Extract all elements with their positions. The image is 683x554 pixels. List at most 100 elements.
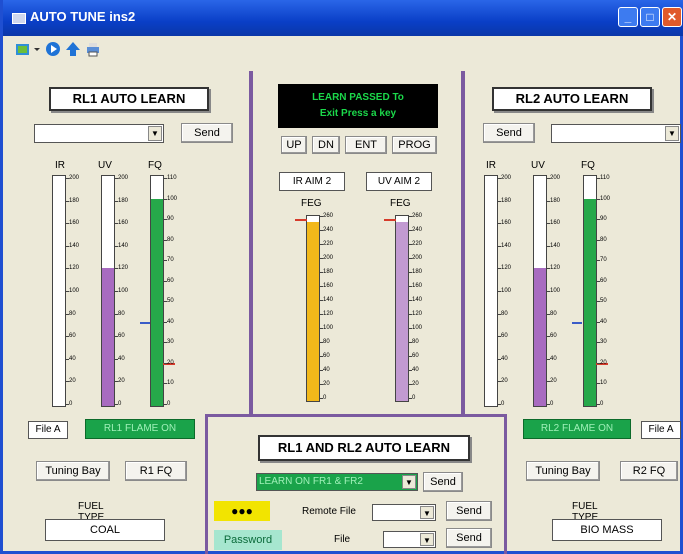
minimize-button[interactable]: _ [618, 7, 638, 27]
ir-aim-field[interactable]: IR AIM 2 [279, 172, 345, 191]
tick-mark [597, 260, 600, 262]
rl1-file-label: File A [28, 421, 68, 439]
rl2-select[interactable]: ▼ [551, 124, 681, 143]
uv-aim-field[interactable]: UV AIM 2 [366, 172, 432, 191]
tick-label: 30 [167, 339, 174, 346]
rl1-send-button[interactable]: Send [181, 123, 233, 143]
tick-mark [320, 286, 323, 287]
tick-mark [164, 178, 167, 179]
rl2-fq-button[interactable]: R2 FQ [620, 461, 678, 481]
remote-file-send-button[interactable]: Send [446, 501, 492, 521]
tick-label: 50 [167, 298, 174, 305]
tick-label: 10 [167, 380, 174, 387]
print-icon[interactable] [85, 41, 101, 57]
rl2-tuning-bay-button[interactable]: Tuning Bay [526, 461, 600, 481]
enter-button[interactable]: ENT [345, 136, 387, 154]
tick-mark [164, 383, 167, 385]
tick-label: 0 [69, 401, 73, 407]
rl1-fq-button[interactable]: R1 FQ [125, 461, 187, 481]
tick-mark [547, 381, 550, 383]
rl2-fuel-type-field[interactable]: BIO MASS [552, 519, 662, 541]
tick-label: 40 [118, 355, 125, 362]
tick-label: 100 [69, 288, 80, 294]
tick-label: 140 [412, 297, 423, 303]
rl2-fq-bar [583, 175, 597, 407]
chevron-down-icon: ▼ [665, 126, 679, 141]
learn-mode-value: LEARN ON FR1 & FR2 [259, 476, 363, 487]
title-bar[interactable]: AUTO TUNE ins2 _ □ ✕ [3, 0, 683, 36]
tick-label: 70 [600, 257, 607, 264]
prog-button[interactable]: PROG [392, 136, 437, 154]
refresh-icon[interactable] [15, 41, 31, 57]
tick-mark [320, 384, 323, 385]
tick-mark [547, 336, 550, 338]
tick-label: 30 [600, 339, 607, 346]
file-select[interactable]: ▼ [383, 531, 436, 548]
tick-label: 40 [323, 367, 330, 373]
tick-mark [547, 268, 550, 270]
tick-label: 120 [69, 265, 80, 272]
tick-label: 100 [600, 195, 611, 202]
dropdown-arrow-icon[interactable] [33, 41, 41, 57]
tick-label: 80 [600, 236, 607, 243]
tick-mark [409, 398, 412, 399]
tick-label: 120 [118, 265, 129, 272]
learn-mode-select[interactable]: LEARN ON FR1 & FR2 ▼ [256, 473, 418, 491]
tick-label: 20 [323, 381, 330, 387]
tick-label: 100 [118, 288, 129, 294]
tick-label: 220 [412, 241, 423, 247]
tick-mark [320, 216, 323, 217]
tick-label: 160 [412, 283, 423, 289]
tick-mark [597, 321, 600, 323]
tick-mark [320, 314, 323, 315]
tick-label: 0 [600, 401, 604, 407]
tick-mark [547, 313, 550, 315]
rl1-status-badge: RL1 FLAME ON [85, 419, 195, 439]
tick-label: 120 [323, 311, 334, 317]
learn-send-button[interactable]: Send [423, 472, 463, 492]
display-line-2: Exit Press a key [319, 108, 397, 119]
tick-label: 180 [501, 197, 512, 204]
tick-mark [66, 313, 69, 315]
tick-label: 60 [412, 353, 419, 359]
tick-mark [409, 258, 412, 259]
maximize-button[interactable]: □ [640, 7, 660, 27]
tick-mark [597, 342, 600, 344]
rl2-send-button[interactable]: Send [483, 123, 535, 143]
tick-label: 20 [550, 378, 557, 385]
tick-mark [164, 239, 167, 241]
remote-file-select[interactable]: ▼ [372, 504, 436, 521]
tick-mark [597, 219, 600, 221]
tick-label: 0 [167, 401, 171, 407]
tick-mark [164, 198, 167, 200]
tick-mark [547, 223, 550, 225]
tick-label: 100 [501, 288, 512, 294]
tick-label: 200 [118, 175, 129, 181]
up-button[interactable]: UP [281, 136, 307, 154]
file-send-button[interactable]: Send [446, 528, 492, 548]
chevron-down-icon: ▼ [420, 533, 434, 546]
tick-label: 80 [550, 310, 557, 317]
bar-fill [307, 221, 319, 401]
close-button[interactable]: ✕ [662, 7, 682, 27]
tick-mark [597, 239, 600, 241]
rl1-select[interactable]: ▼ [34, 124, 164, 143]
rl1-tuning-bay-button[interactable]: Tuning Bay [36, 461, 110, 481]
tick-label: 260 [412, 213, 423, 219]
tick-mark [115, 404, 118, 405]
tick-label: 0 [550, 401, 554, 407]
tick-label: 180 [323, 269, 334, 275]
bottom-panel: RL1 AND RL2 AUTO LEARN LEARN ON FR1 & FR… [205, 414, 507, 554]
tick-mark [320, 230, 323, 231]
tick-mark [66, 381, 69, 383]
tick-mark [597, 383, 600, 385]
play-icon[interactable] [45, 41, 61, 57]
down-button[interactable]: DN [312, 136, 340, 154]
fq-label: FQ [148, 160, 162, 171]
tick-label: 200 [412, 255, 423, 261]
rl1-fuel-type-field[interactable]: COAL [45, 519, 165, 541]
tick-label: 70 [167, 257, 174, 264]
tick-mark [66, 268, 69, 270]
upload-icon[interactable] [65, 41, 81, 57]
tick-mark [597, 178, 600, 179]
